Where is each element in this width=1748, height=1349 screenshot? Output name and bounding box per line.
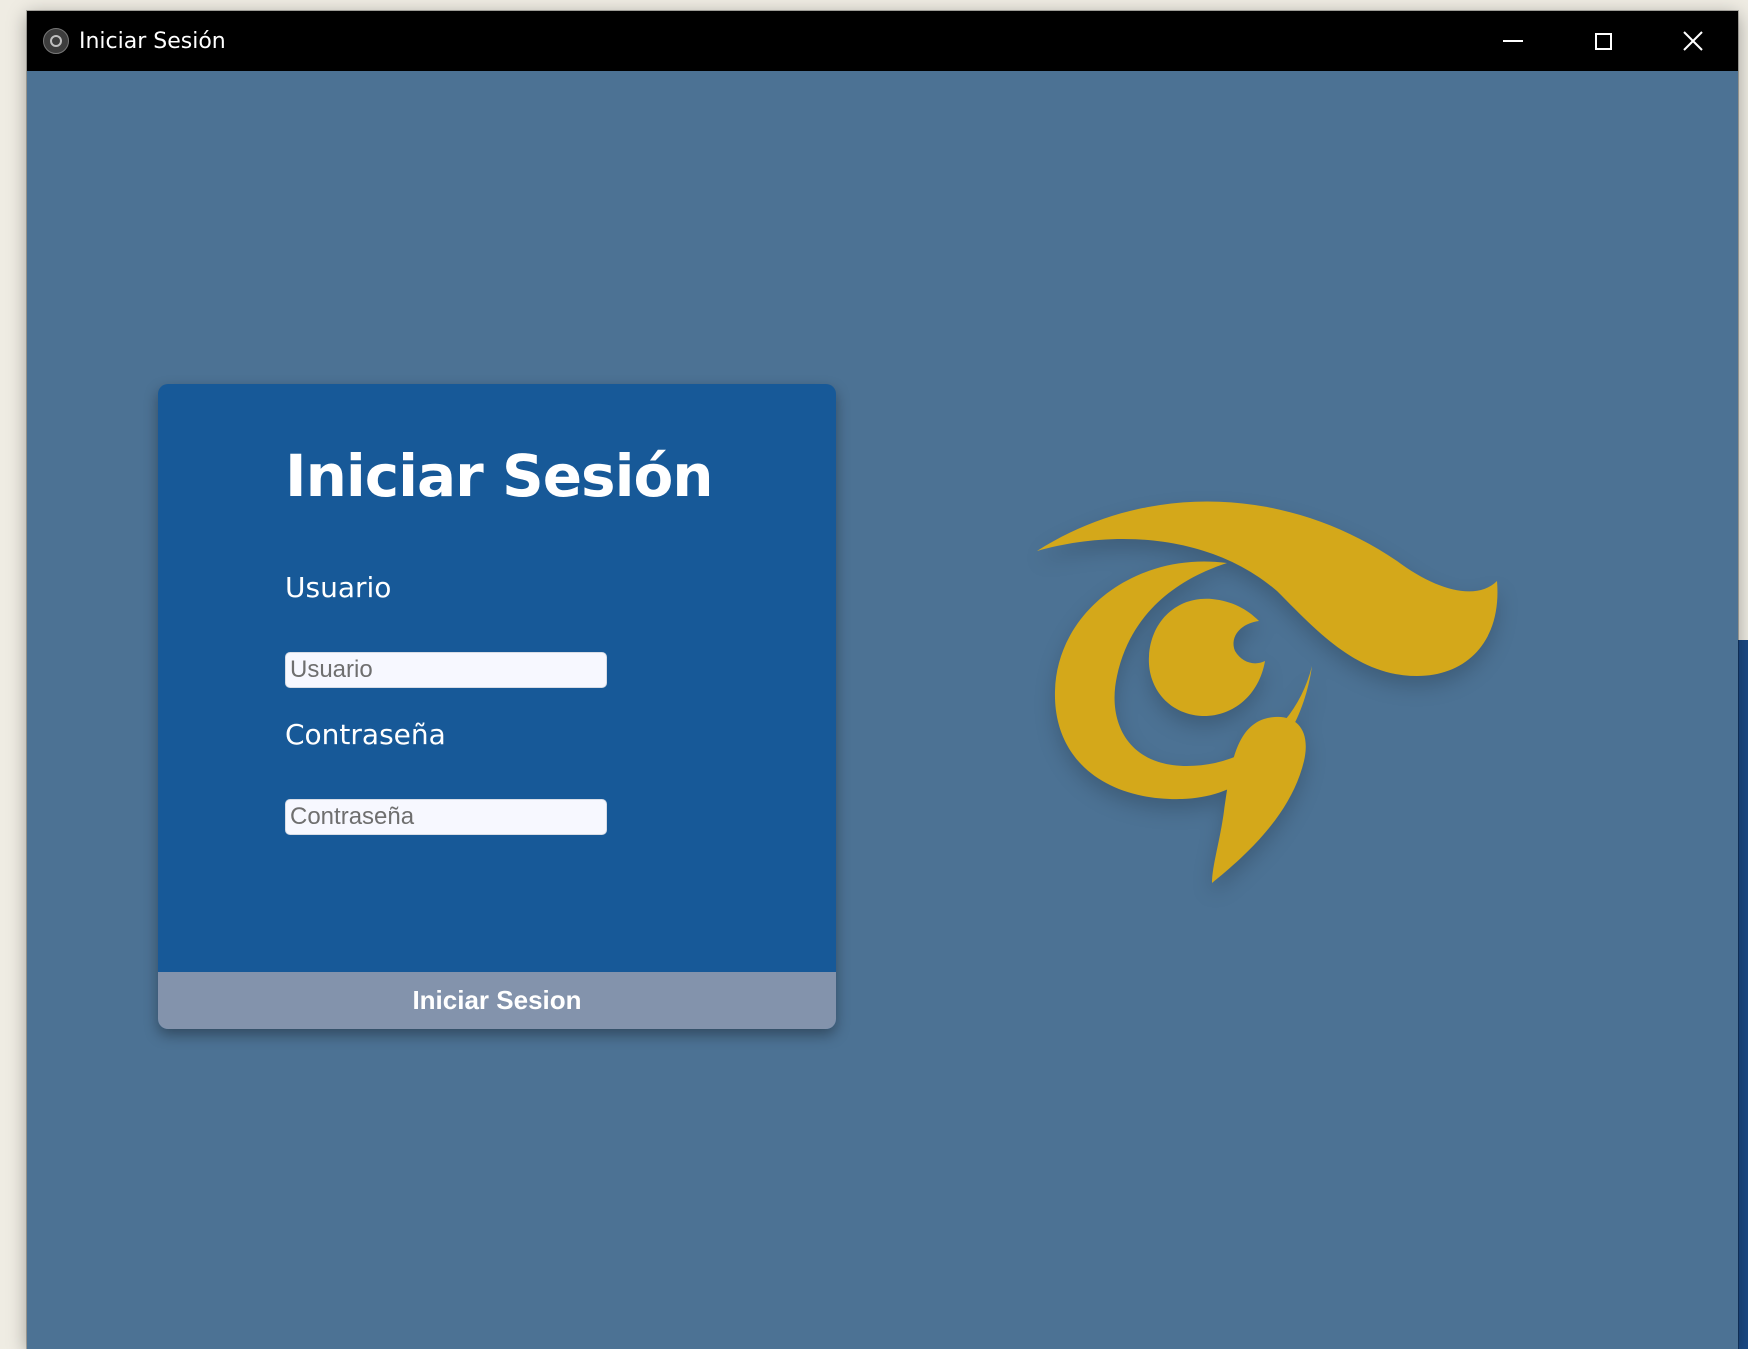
window-controls [1468,11,1738,71]
logo-pupil [1148,598,1265,717]
maximize-button[interactable] [1558,11,1648,71]
app-window: Iniciar Sesión Iniciar Sesión Usuario Co… [27,11,1738,1349]
login-button[interactable]: Iniciar Sesion [158,972,836,1029]
desktop-background [1738,640,1748,1349]
maximize-icon [1594,32,1612,50]
close-button[interactable] [1648,11,1738,71]
password-label: Contraseña [285,718,446,751]
close-icon [1683,31,1703,51]
app-icon [43,28,69,54]
login-heading: Iniciar Sesión [285,442,714,510]
minimize-button[interactable] [1468,11,1558,71]
eye-logo [1037,501,1498,883]
minimize-icon [1503,40,1523,42]
login-card: Iniciar Sesión Usuario Contraseña Inicia… [158,384,836,1029]
user-input[interactable] [285,652,607,688]
password-input[interactable] [285,799,607,835]
title-bar[interactable]: Iniciar Sesión [27,11,1738,71]
user-label: Usuario [285,571,392,604]
window-title: Iniciar Sesión [79,28,226,54]
logo-tear [1212,716,1306,883]
